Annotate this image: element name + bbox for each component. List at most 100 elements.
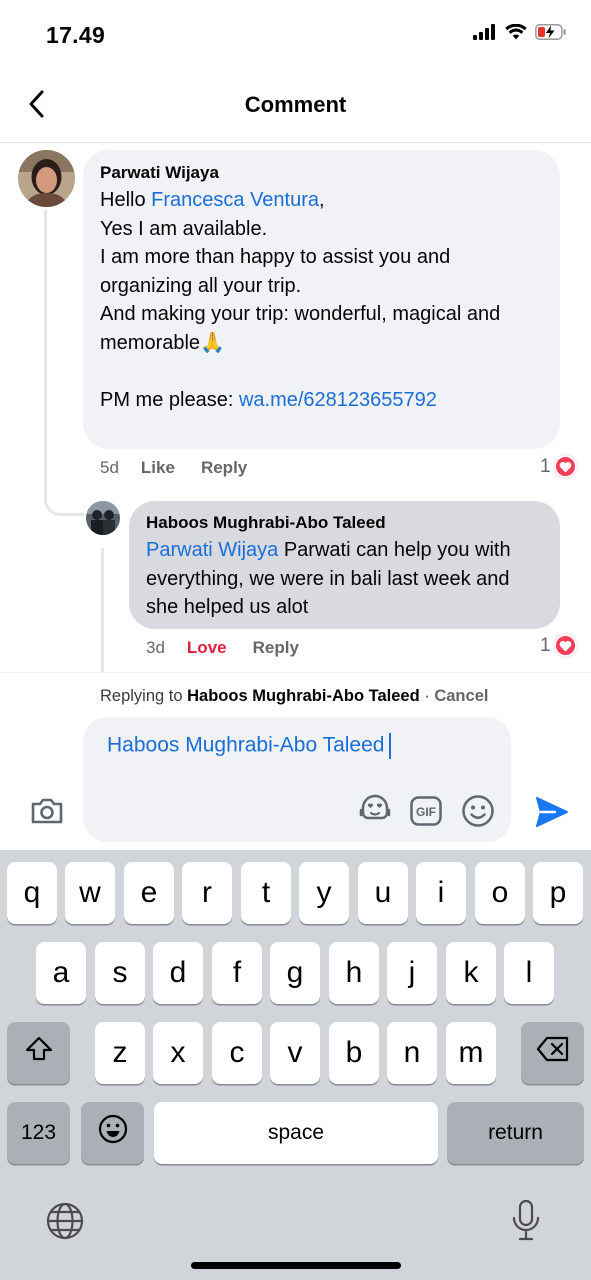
reply-composer: Replying to Haboos Mughrabi-Abo Taleed ·… (0, 672, 591, 850)
send-button[interactable] (533, 796, 571, 832)
globe-icon (45, 1201, 85, 1246)
key[interactable]: b (329, 1022, 379, 1084)
page-title: Comment (244, 92, 347, 117)
avatar-sticker-icon (358, 794, 392, 831)
key[interactable]: w (65, 862, 115, 924)
avatar[interactable] (86, 501, 120, 535)
avatar[interactable] (18, 150, 75, 207)
reply-button[interactable]: Reply (253, 638, 299, 658)
key[interactable]: z (95, 1022, 145, 1084)
backspace-icon (536, 1036, 570, 1070)
header: Comment (0, 70, 591, 143)
microphone-icon (511, 1199, 541, 1246)
key[interactable]: v (270, 1022, 320, 1084)
key[interactable]: i (416, 862, 466, 924)
external-link[interactable]: wa.me/628123655792 (239, 389, 437, 411)
reaction-count: 1 (540, 455, 551, 477)
text-caret (389, 733, 392, 759)
thread-connector (44, 210, 84, 516)
key[interactable]: e (124, 862, 174, 924)
key[interactable]: g (270, 942, 320, 1004)
comment-author[interactable]: Haboos Mughrabi-Abo Taleed (146, 513, 543, 533)
key[interactable]: t (241, 862, 291, 924)
wifi-icon (505, 23, 527, 45)
key[interactable]: u (358, 862, 408, 924)
comment-meta: 5d Like Reply (100, 458, 273, 478)
reaction-summary[interactable]: 1 (540, 634, 577, 657)
gif-button[interactable]: GIF (409, 795, 443, 831)
svg-text:GIF: GIF (416, 805, 436, 819)
comment-input-text[interactable]: Haboos Mughrabi-Abo Taleed (107, 733, 392, 759)
reply-button[interactable]: Reply (201, 458, 247, 478)
send-icon (535, 796, 569, 833)
reaction-count: 1 (540, 634, 551, 656)
camera-button[interactable] (28, 796, 66, 830)
comment-greeting: Hello (100, 189, 152, 211)
comment-bubble[interactable]: Parwati Wijaya Hello Francesca Ventura, … (83, 150, 560, 449)
key[interactable]: n (387, 1022, 437, 1084)
key[interactable]: c (212, 1022, 262, 1084)
heart-icon (553, 455, 577, 478)
signal-icon (473, 24, 497, 45)
replying-to-target: Haboos Mughrabi-Abo Taleed (187, 687, 420, 705)
status-icons (473, 23, 567, 45)
emoji-button[interactable] (460, 794, 496, 833)
key[interactable]: r (182, 862, 232, 924)
key[interactable]: o (475, 862, 525, 924)
reaction-summary[interactable]: 1 (540, 455, 577, 478)
comment-text: Parwati Wijaya Parwati can help you with… (146, 536, 543, 622)
backspace-key[interactable] (521, 1022, 584, 1084)
thread-connector (101, 548, 104, 672)
numbers-key[interactable]: 123 (7, 1102, 70, 1164)
shift-key[interactable] (7, 1022, 70, 1084)
heart-icon (553, 634, 577, 657)
avatar-sticker-button[interactable] (357, 794, 393, 831)
comment-greeting-suffix: , (319, 189, 325, 211)
key[interactable]: l (504, 942, 554, 1004)
home-indicator[interactable] (191, 1262, 401, 1269)
key[interactable]: f (212, 942, 262, 1004)
replying-to-prefix: Replying to (100, 687, 188, 705)
keyboard: q w e r t y u i o p a s d f g h j k l z … (0, 850, 591, 1280)
comment-author[interactable]: Parwati Wijaya (100, 163, 543, 183)
comment-bubble[interactable]: Haboos Mughrabi-Abo Taleed Parwati Wijay… (129, 501, 560, 629)
key[interactable]: x (153, 1022, 203, 1084)
emoji-icon (461, 794, 495, 833)
return-key[interactable]: return (447, 1102, 584, 1164)
cancel-reply-button[interactable]: Cancel (434, 687, 488, 705)
mention-link[interactable]: Francesca Ventura (151, 189, 319, 211)
like-button[interactable]: Like (141, 458, 175, 478)
key[interactable]: y (299, 862, 349, 924)
microphone-button[interactable] (506, 1199, 546, 1246)
love-button[interactable]: Love (187, 638, 227, 658)
battery-charging-icon (535, 24, 567, 45)
comment-input-value: Haboos Mughrabi-Abo Taleed (107, 733, 385, 757)
comment-input[interactable]: Haboos Mughrabi-Abo Taleed GIF (83, 717, 511, 842)
comment-text: Hello Francesca Ventura, Yes I am availa… (100, 186, 543, 414)
gif-icon: GIF (410, 795, 442, 831)
key[interactable]: m (446, 1022, 496, 1084)
emoji-icon (97, 1113, 129, 1153)
status-bar: 17.49 (0, 0, 591, 70)
comment-pm-label: PM me please: (100, 388, 239, 411)
key[interactable]: d (153, 942, 203, 1004)
key[interactable]: a (36, 942, 86, 1004)
replying-to-separator: · (419, 687, 435, 705)
key[interactable]: k (446, 942, 496, 1004)
comment-time: 5d (100, 458, 119, 477)
status-time: 17.49 (46, 22, 106, 48)
mention-link[interactable]: Parwati Wijaya (146, 539, 278, 561)
camera-icon (30, 797, 64, 830)
space-key[interactable]: space (154, 1102, 438, 1164)
key[interactable]: p (533, 862, 583, 924)
key[interactable]: h (329, 942, 379, 1004)
key[interactable]: s (95, 942, 145, 1004)
comment-body: Yes I am available. I am more than happy… (100, 217, 501, 354)
emoji-keyboard-key[interactable] (81, 1102, 144, 1164)
globe-button[interactable] (44, 1202, 86, 1244)
key[interactable]: j (387, 942, 437, 1004)
comment-meta: 3d Love Reply (146, 638, 325, 658)
key[interactable]: q (7, 862, 57, 924)
shift-icon (24, 1035, 54, 1071)
replying-to-banner: Replying to Haboos Mughrabi-Abo Taleed ·… (100, 687, 488, 706)
